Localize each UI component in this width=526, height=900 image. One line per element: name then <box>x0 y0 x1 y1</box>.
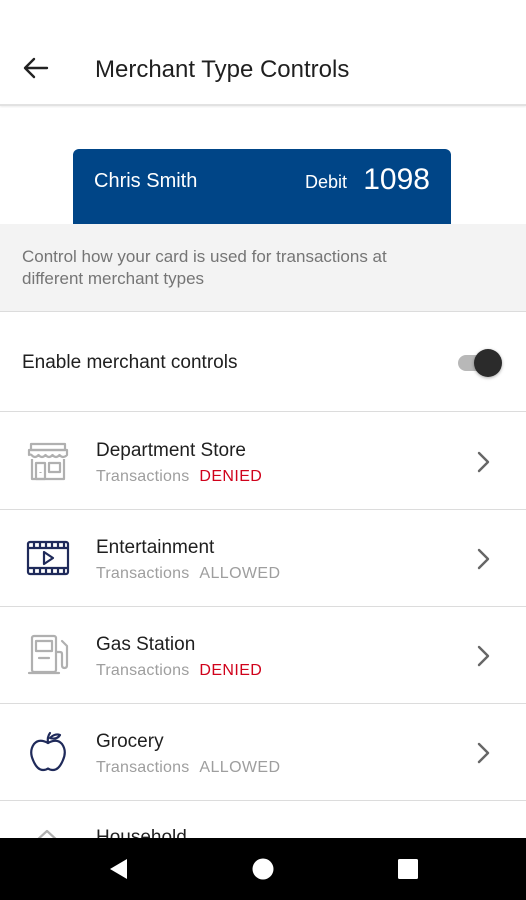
item-status: Transactions DENIED <box>96 661 262 681</box>
film-icon <box>24 534 72 582</box>
system-nav-bar <box>0 838 526 900</box>
status-badge: DENIED <box>199 662 263 679</box>
status-badge: ALLOWED <box>199 565 281 582</box>
item-status-label: Transactions <box>96 468 190 485</box>
list-item-department-store[interactable]: Department Store Transactions DENIED <box>0 413 526 510</box>
apple-icon <box>24 728 72 776</box>
card-area: Chris Smith Debit 1098 <box>0 108 526 224</box>
nav-recents-icon <box>398 859 418 879</box>
debit-card: Chris Smith Debit 1098 <box>73 149 451 224</box>
list-item-household[interactable]: Household <box>0 800 526 840</box>
card-last-digits: 1098 <box>363 163 430 196</box>
nav-home-button[interactable] <box>245 852 281 886</box>
storefront-icon <box>24 437 72 485</box>
nav-back-icon <box>110 859 127 879</box>
status-badge: ALLOWED <box>199 759 281 776</box>
switch-thumb <box>474 349 502 377</box>
toggle-label: Enable merchant controls <box>22 352 238 373</box>
status-badge: DENIED <box>199 468 263 485</box>
description-panel: Control how your card is used for transa… <box>0 224 526 312</box>
nav-back-button[interactable] <box>100 852 136 886</box>
item-status-label: Transactions <box>96 565 190 582</box>
back-button[interactable] <box>14 48 58 88</box>
page-title: Merchant Type Controls <box>95 56 350 83</box>
item-status: Transactions ALLOWED <box>96 758 280 778</box>
app-bar: Merchant Type Controls <box>0 0 526 106</box>
item-status-label: Transactions <box>96 759 190 776</box>
chevron-right-icon <box>477 645 490 667</box>
item-title: Grocery <box>96 731 164 752</box>
merchant-controls-switch[interactable] <box>456 349 502 377</box>
item-status-label: Transactions <box>96 662 190 679</box>
item-title: Gas Station <box>96 634 196 655</box>
card-holder-name: Chris Smith <box>94 170 198 192</box>
nav-home-icon <box>252 858 274 880</box>
chevron-right-icon <box>477 742 490 764</box>
enable-merchant-controls-row: Enable merchant controls <box>0 313 526 412</box>
description-text: Control how your card is used for transa… <box>22 247 387 288</box>
list-item-grocery[interactable]: Grocery Transactions ALLOWED <box>0 704 526 801</box>
list-item-gas-station[interactable]: Gas Station Transactions DENIED <box>0 607 526 704</box>
item-status: Transactions DENIED <box>96 467 262 487</box>
nav-recents-button[interactable] <box>390 852 426 886</box>
arrow-back-icon <box>23 57 49 79</box>
chevron-right-icon <box>477 451 490 473</box>
chevron-right-icon <box>477 548 490 570</box>
item-title: Department Store <box>96 440 246 461</box>
item-status: Transactions ALLOWED <box>96 564 280 584</box>
item-title: Entertainment <box>96 537 215 558</box>
card-type: Debit <box>304 172 347 192</box>
list-item-entertainment[interactable]: Entertainment Transactions ALLOWED <box>0 510 526 607</box>
gas-pump-icon <box>24 631 72 679</box>
